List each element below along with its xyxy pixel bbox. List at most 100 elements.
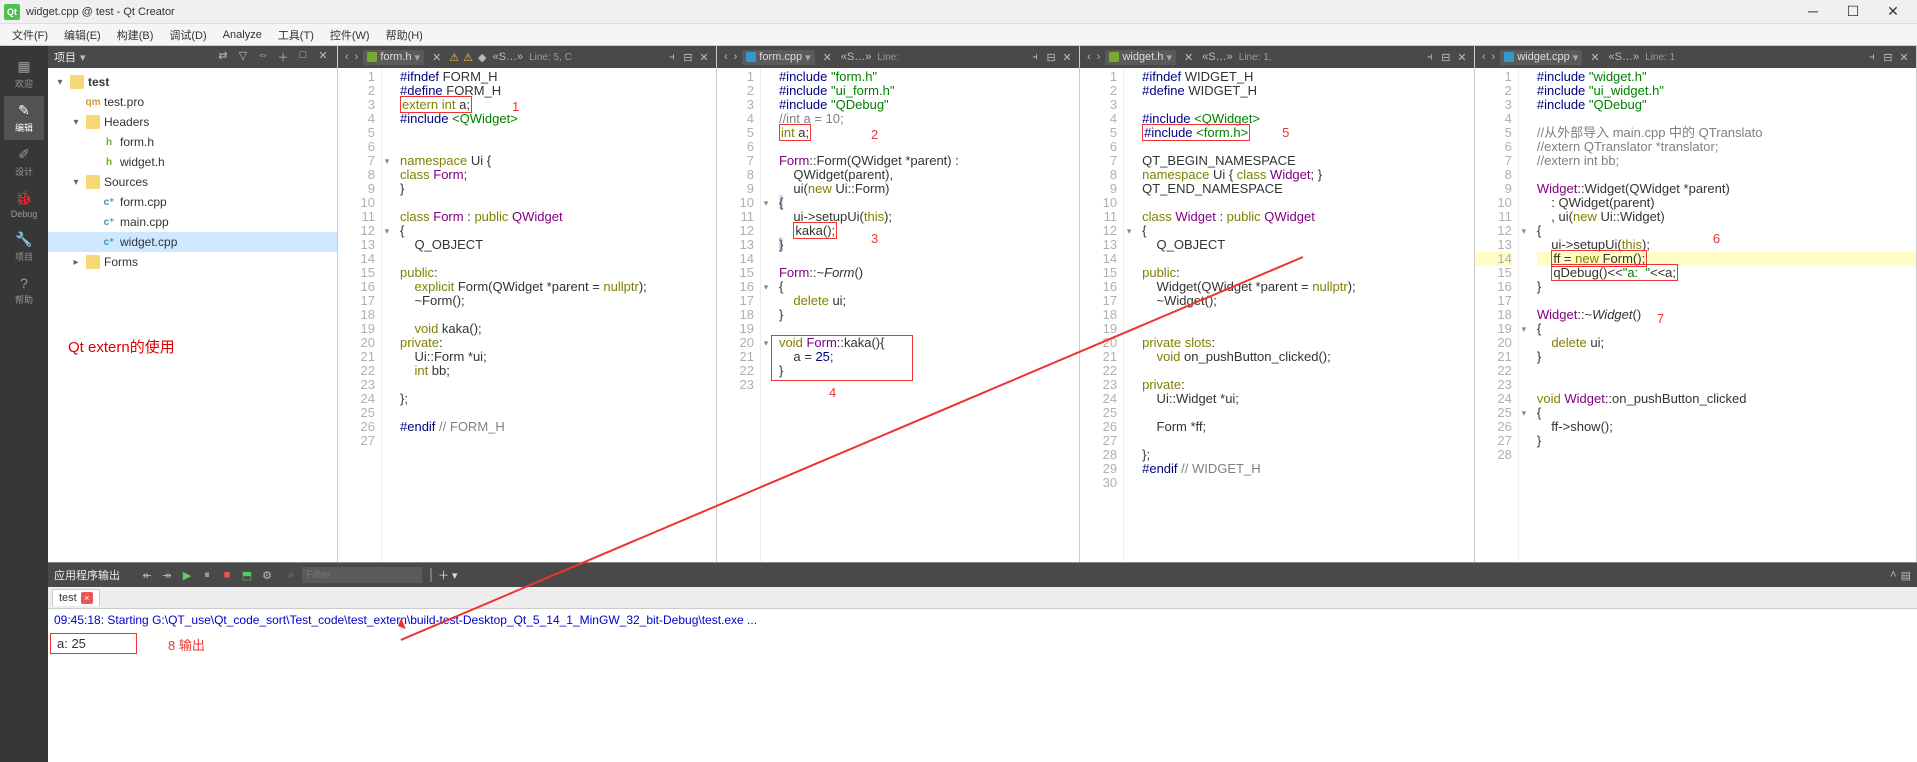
mode-bug[interactable]: 🐞Debug bbox=[4, 184, 44, 225]
tree-item[interactable]: qmtest.pro bbox=[48, 92, 337, 112]
output-menu-icon[interactable]: ▤ bbox=[1901, 569, 1911, 582]
output-attach-icon[interactable]: ⬒ bbox=[238, 566, 256, 584]
code-area[interactable]: 1234567891011121314151617181920212223242… bbox=[1475, 68, 1916, 562]
mode-edit[interactable]: ✎编辑 bbox=[4, 96, 44, 140]
menu-item[interactable]: 工具(T) bbox=[270, 25, 322, 45]
close-pane-icon[interactable]: ✕ bbox=[315, 49, 331, 65]
output-stop-icon[interactable]: ■ bbox=[218, 566, 236, 584]
sym-switch-icon[interactable]: «S…» bbox=[1606, 51, 1643, 63]
output-pause-icon[interactable]: ⏸ bbox=[198, 566, 216, 584]
tree-item[interactable]: ▾test bbox=[48, 72, 337, 92]
file-chip[interactable]: widget.cpp▾ bbox=[1500, 50, 1582, 65]
split-v-icon[interactable]: ⊟ bbox=[1438, 51, 1454, 64]
output-title: 应用程序输出 bbox=[54, 567, 128, 583]
split-h-icon[interactable]: ⫞ bbox=[1422, 51, 1438, 64]
menu-item[interactable]: 文件(F) bbox=[4, 25, 56, 45]
chevron-down-icon[interactable]: ▾ bbox=[80, 51, 86, 64]
nav-back-icon[interactable]: ‹ bbox=[1479, 51, 1489, 63]
sym-switch-icon[interactable]: «S…» bbox=[1199, 51, 1236, 63]
nav-fwd-icon[interactable]: › bbox=[1489, 51, 1499, 63]
split-icon[interactable]: □ bbox=[295, 49, 311, 65]
line-info: Line: 1, bbox=[1236, 52, 1275, 63]
tree-item[interactable]: c⁺widget.cpp bbox=[48, 232, 337, 252]
menu-item[interactable]: 调试(D) bbox=[161, 25, 214, 45]
tree-item[interactable]: ▸Forms bbox=[48, 252, 337, 272]
fold-col[interactable]: ▾ bbox=[1124, 68, 1134, 562]
split-v-icon[interactable]: ⊟ bbox=[680, 51, 696, 64]
output-tab-close-icon[interactable]: × bbox=[81, 592, 93, 604]
close-file-icon[interactable]: ✕ bbox=[1590, 51, 1599, 64]
output-add-icon[interactable]: ＋ ▾ bbox=[438, 567, 458, 583]
fold-col[interactable]: ▾▾ bbox=[382, 68, 392, 562]
sym-switch-icon[interactable]: «S…» bbox=[838, 51, 875, 63]
output-filter-input[interactable] bbox=[302, 567, 422, 583]
minimize-button[interactable]: ─ bbox=[1793, 3, 1833, 20]
close-file-icon[interactable]: ✕ bbox=[823, 51, 832, 64]
split-v-icon[interactable]: ⊟ bbox=[1880, 51, 1896, 64]
menu-item[interactable]: 构建(B) bbox=[109, 25, 162, 45]
filter-icon[interactable]: ▽ bbox=[235, 49, 251, 65]
output-prev-icon[interactable]: ↞ bbox=[138, 566, 156, 584]
close-file-icon[interactable]: ✕ bbox=[432, 51, 441, 64]
warning-icon[interactable]: ⚠ bbox=[461, 51, 475, 64]
output-settings-icon[interactable]: ⚙ bbox=[258, 566, 276, 584]
menu-item[interactable]: Analyze bbox=[215, 27, 270, 43]
code-area[interactable]: 1234567891011121314151617181920212223242… bbox=[338, 68, 716, 562]
split-h-icon[interactable]: ⫞ bbox=[1027, 51, 1043, 64]
editor-widget.cpp: ‹ › widget.cpp▾ ✕ «S…» Line: 1 ⫞ ⊟ ✕ 123… bbox=[1475, 46, 1917, 562]
tree-item[interactable]: ▾Headers bbox=[48, 112, 337, 132]
nav-fwd-icon[interactable]: › bbox=[352, 51, 362, 63]
close-split-icon[interactable]: ✕ bbox=[696, 51, 712, 64]
nav-back-icon[interactable]: ‹ bbox=[1084, 51, 1094, 63]
source-text[interactable]: #include "widget.h"#include "ui_widget.h… bbox=[1529, 68, 1916, 562]
source-text[interactable]: #ifndef WIDGET_H#define WIDGET_H#include… bbox=[1134, 68, 1474, 562]
code-area[interactable]: 1234567891011121314151617181920212223242… bbox=[1080, 68, 1474, 562]
sym-switch-icon[interactable]: «S…» bbox=[490, 51, 527, 63]
tree-item[interactable]: c⁺main.cpp bbox=[48, 212, 337, 232]
output-next-icon[interactable]: ↠ bbox=[158, 566, 176, 584]
mode-wrench[interactable]: 🔧项目 bbox=[4, 225, 44, 269]
nav-back-icon[interactable]: ‹ bbox=[721, 51, 731, 63]
line-info: Line: 1 bbox=[1642, 52, 1678, 63]
nav-back-icon[interactable]: ‹ bbox=[342, 51, 352, 63]
tree-item[interactable]: ▾Sources bbox=[48, 172, 337, 192]
add-icon[interactable]: ＋ bbox=[275, 49, 291, 65]
output-collapse-icon[interactable]: ˄ bbox=[1890, 569, 1896, 582]
split-h-icon[interactable]: ⫞ bbox=[664, 51, 680, 64]
close-button[interactable]: ✕ bbox=[1873, 3, 1913, 20]
source-text[interactable]: #ifndef FORM_H#define FORM_Hextern int a… bbox=[392, 68, 716, 562]
code-area[interactable]: 1234567891011121314151617181920212223 ▾▾… bbox=[717, 68, 1079, 562]
file-chip[interactable]: form.cpp▾ bbox=[742, 50, 814, 65]
split-h-icon[interactable]: ⫞ bbox=[1864, 51, 1880, 64]
file-chip[interactable]: form.h▾ bbox=[363, 50, 424, 65]
warning-icon[interactable]: ⚠ bbox=[447, 51, 461, 64]
menu-item[interactable]: 编辑(E) bbox=[56, 25, 109, 45]
split-v-icon[interactable]: ⊟ bbox=[1043, 51, 1059, 64]
maximize-button[interactable]: ☐ bbox=[1833, 3, 1873, 20]
nav-fwd-icon[interactable]: › bbox=[1094, 51, 1104, 63]
nav-fwd-icon[interactable]: › bbox=[731, 51, 741, 63]
fold-col[interactable]: ▾▾▾ bbox=[1519, 68, 1529, 562]
file-chip[interactable]: widget.h▾ bbox=[1105, 50, 1176, 65]
sync-icon[interactable]: ⇄ bbox=[215, 49, 231, 65]
fold-col[interactable]: ▾▾▾ bbox=[761, 68, 771, 562]
close-split-icon[interactable]: ✕ bbox=[1059, 51, 1075, 64]
titlebar: Qt widget.cpp @ test - Qt Creator ─ ☐ ✕ bbox=[0, 0, 1917, 24]
source-text[interactable]: #include "form.h"#include "ui_form.h"#in… bbox=[771, 68, 1079, 562]
menu-item[interactable]: 控件(W) bbox=[322, 25, 378, 45]
close-split-icon[interactable]: ✕ bbox=[1896, 51, 1912, 64]
editor-toolbar: ‹ › form.h▾ ✕ ⚠⚠◆ «S…» Line: 5, C ⫞ ⊟ ✕ bbox=[338, 46, 716, 68]
mode-design[interactable]: ✐设计 bbox=[4, 140, 44, 184]
close-file-icon[interactable]: ✕ bbox=[1184, 51, 1193, 64]
tree-item[interactable]: hform.h bbox=[48, 132, 337, 152]
mode-grid[interactable]: ▦欢迎 bbox=[4, 52, 44, 96]
mode-help[interactable]: ?帮助 bbox=[4, 269, 44, 312]
link-icon[interactable]: ⇔ bbox=[255, 49, 271, 65]
output-tab[interactable]: test × bbox=[52, 589, 100, 606]
close-split-icon[interactable]: ✕ bbox=[1454, 51, 1470, 64]
menu-item[interactable]: 帮助(H) bbox=[378, 25, 431, 45]
usage-annotation: Qt extern的使用 bbox=[48, 336, 337, 357]
tree-item[interactable]: hwidget.h bbox=[48, 152, 337, 172]
output-run-icon[interactable]: ▶ bbox=[178, 566, 196, 584]
tree-item[interactable]: c⁺form.cpp bbox=[48, 192, 337, 212]
